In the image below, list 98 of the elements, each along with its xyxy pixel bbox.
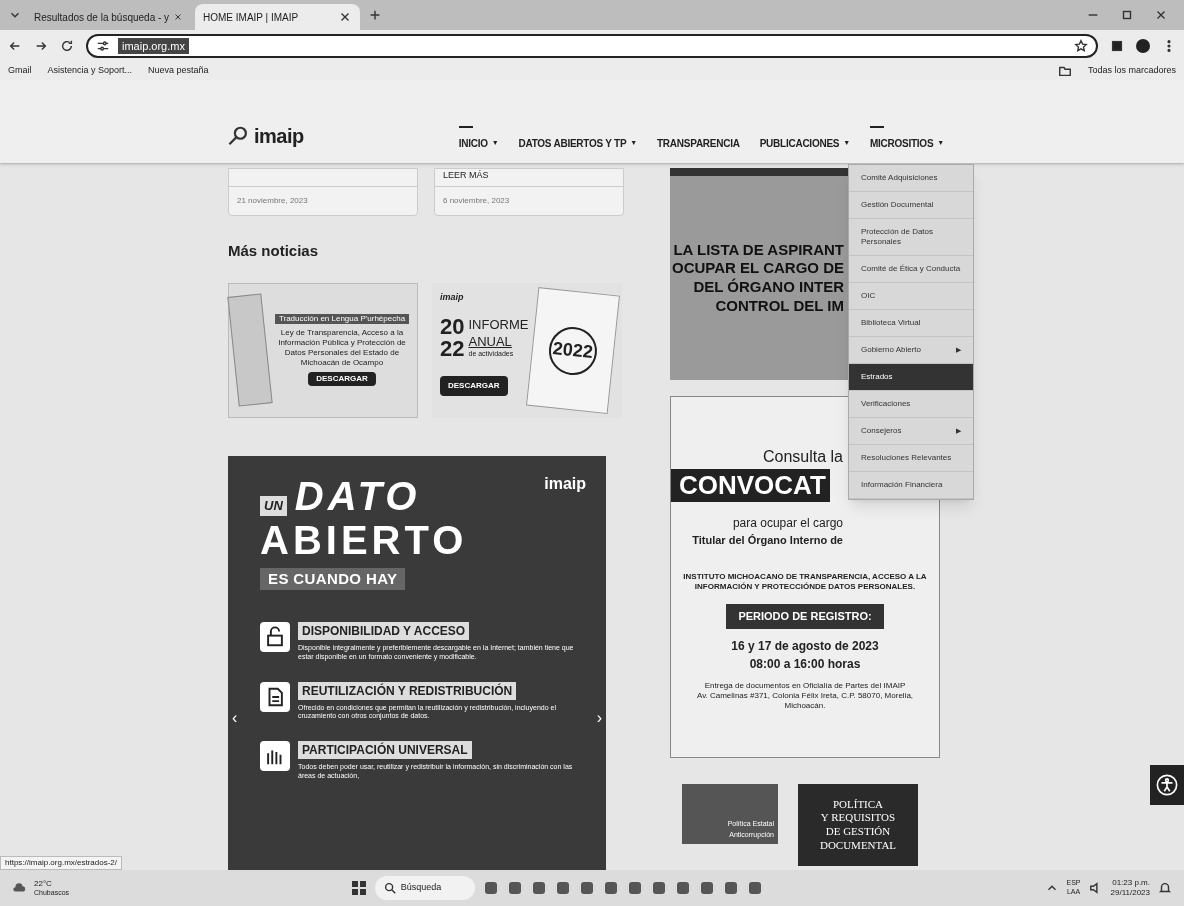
menu-item[interactable]: Comité de Ética y Conducta	[849, 256, 973, 283]
poster-dates: 16 y 17 de agosto de 2023	[731, 637, 879, 655]
title-tag: UN	[260, 496, 287, 516]
reload-icon[interactable]	[60, 39, 74, 53]
download-button[interactable]: DESCARGAR	[308, 372, 376, 386]
poster-title: CONVOCAT	[671, 469, 830, 502]
browser-icon[interactable]	[650, 880, 667, 896]
menu-item[interactable]: Comité Adquisiciones	[849, 165, 973, 192]
app-icon[interactable]	[506, 880, 523, 896]
temperature: 22°C	[34, 878, 53, 889]
site-settings-icon[interactable]	[96, 39, 110, 53]
section-heading: Más noticias	[228, 241, 320, 261]
menu-item[interactable]: Verificaciones	[849, 391, 973, 418]
tab-title: HOME IMAIP | IMAIP	[203, 10, 300, 25]
menu-item[interactable]: Biblioteca Virtual	[849, 310, 973, 337]
banner-text: Y REQUISITOS	[820, 811, 896, 825]
year-digits: 22	[440, 338, 465, 360]
plus-icon[interactable]	[368, 8, 382, 22]
url-text: imaip.org.mx	[118, 37, 189, 55]
app-icon[interactable]	[698, 880, 715, 896]
person-icon	[1156, 774, 1178, 796]
app-icon[interactable]	[554, 880, 571, 896]
restore-icon[interactable]	[1120, 8, 1134, 22]
menu-item[interactable]: Gestión Documental	[849, 192, 973, 219]
banner-text: DE GESTIÓN	[825, 825, 891, 839]
banner-logo: imaip	[440, 290, 465, 304]
taskbar-search[interactable]: Búsqueda	[374, 876, 475, 900]
banner-text: POLÍTICA	[832, 797, 884, 812]
nav-item[interactable]: TRANSPARENCIA	[657, 136, 740, 151]
report-subtitle: ANUAL	[468, 333, 513, 350]
banner-text: Ley de Transparencia, Acceso a la Información Pública y Protección de Datos Personales del Estado de Michoacán de Ocampo	[277, 328, 407, 368]
item-heading: REUTILIZACIÓN Y REDISTRIBUCIÓN	[298, 681, 517, 700]
banner-headline: DEL ÓRGANO INTER	[693, 278, 844, 297]
browser-icon[interactable]	[746, 880, 763, 896]
period-label: PERIODO DE REGISTRO:	[726, 604, 884, 629]
magnifier-icon	[228, 125, 250, 147]
banner-headline: CONTROL DEL IM	[715, 296, 844, 316]
browser-icon[interactable]	[674, 880, 691, 896]
menu-item[interactable]: Resoluciones Relevantes	[849, 445, 973, 472]
side-panel-icon[interactable]	[1110, 39, 1124, 53]
tab-title: Resultados de la búsqueda - y	[34, 10, 170, 25]
banner-tag: Traducción en Lengua P'urhépecha	[274, 314, 410, 324]
back-arrow-icon[interactable]	[8, 39, 22, 53]
law-banner[interactable]: Traducción en Lengua P'urhépecha Ley de Transparencia, Acceso a la Información Pública y Protección de Datos Personales del Estado de Michoacán de Ocampo DESCARGAR	[228, 282, 418, 418]
app-icon[interactable]	[578, 880, 595, 896]
windows-start-icon[interactable]	[350, 880, 367, 896]
poster-note: Entrega de documentos en Oficialía de Partes del IMAIP	[703, 680, 907, 691]
folder-icon[interactable]	[530, 880, 547, 896]
slider-logo: imaip	[544, 473, 586, 494]
read-more-link[interactable]: LEER MÁS	[435, 168, 623, 182]
browser-tab[interactable]: HOME IMAIP | IMAIP	[195, 4, 360, 30]
search-icon	[382, 881, 397, 895]
menu-item[interactable]: Estrados	[849, 364, 973, 391]
poster-intro: Consulta la	[762, 447, 843, 467]
poster-line: para ocupar el cargo	[732, 514, 843, 532]
app-icon[interactable]	[482, 880, 499, 896]
app-icon[interactable]	[722, 880, 739, 896]
banner-text: DOCUMENTAL	[819, 838, 897, 853]
banner-headline: OCUPAR EL CARGO DE	[672, 259, 844, 278]
folder-icon	[1057, 64, 1072, 78]
bookmark-link[interactable]: Todas los marcadores	[1087, 64, 1176, 78]
document-policy-banner[interactable]: POLÍTICA Y REQUISITOS DE GESTIÓN DOCUMENTAL	[798, 784, 918, 866]
address-bar[interactable]: imaip.org.mx	[86, 34, 1098, 58]
institute-name: INSTITUTO MICHOACANO DE TRANSPARENCIA, ACCESO A LA INFORMACIÓN Y PROTECCIÓNDE DATOS PERSONALES.	[682, 572, 928, 592]
year-digits: 20	[440, 316, 465, 338]
menu-item[interactable]: OIC	[849, 283, 973, 310]
bookmark-link[interactable]: Gmail	[8, 64, 32, 78]
site-logo[interactable]: imaip	[254, 121, 304, 151]
clock-time: 01:23 p.m.	[1112, 878, 1150, 888]
padlock-icon	[264, 626, 286, 648]
bookmark-link[interactable]: Asistencia y Soport...	[47, 64, 133, 78]
report-title: INFORME	[468, 317, 529, 334]
status-url: https://imaip.org.mx/estrados-2/	[0, 856, 123, 870]
accessibility-button[interactable]	[1150, 765, 1184, 805]
poster-line: Titular del Órgano Interno de	[692, 532, 843, 548]
news-date: 21 noviembre, 2023	[236, 195, 309, 207]
star-icon[interactable]	[1074, 39, 1088, 53]
search-placeholder: Búsqueda	[400, 881, 442, 895]
browser-icon[interactable]	[602, 880, 619, 896]
poster-note: Av. Camelinas #371, Colonia Félix Ireta, C.P. 58070, Morelia, Michoacán.	[695, 690, 915, 711]
bell-icon[interactable]	[1158, 881, 1172, 895]
banner-headline: LA LISTA DE ASPIRANT	[673, 240, 844, 260]
menu-item[interactable]: Protección de Datos Personales	[849, 219, 973, 256]
item-heading: PARTICIPACIÓN UNIVERSAL	[298, 741, 472, 759]
news-date: 6 noviembre, 2023	[442, 195, 511, 207]
download-button[interactable]: DESCARGAR	[440, 376, 508, 396]
slider-title: DATO	[294, 475, 421, 516]
bookmark-link[interactable]: Nueva pestaña	[148, 64, 209, 78]
profile-avatar[interactable]	[1136, 39, 1150, 53]
poster-hours: 08:00 a 16:00 horas	[749, 655, 861, 673]
item-heading: DISPONIBILIDAD Y ACCESO	[298, 622, 470, 640]
menu-item[interactable]: Información Financiera	[849, 472, 973, 499]
slider-title: ABIERTO	[260, 519, 469, 560]
cloud-icon	[12, 881, 26, 895]
forward-arrow-icon[interactable]	[34, 39, 48, 53]
clock-date: 29/11/2023	[1110, 888, 1150, 898]
slider-subtitle: ES CUANDO HAY	[260, 567, 406, 590]
browser-icon[interactable]	[626, 880, 643, 896]
